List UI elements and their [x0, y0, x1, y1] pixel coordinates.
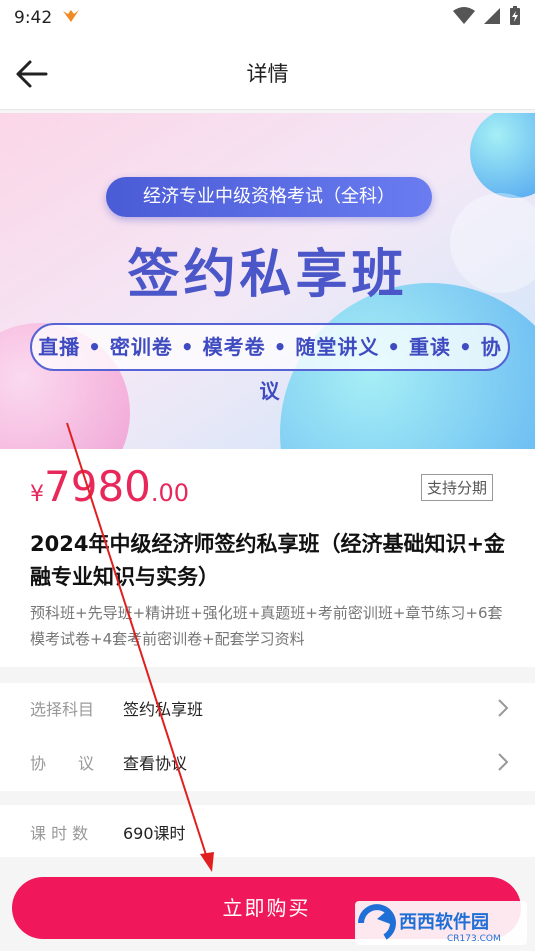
- installment-badge: 支持分期: [421, 474, 494, 501]
- price-decimal: .00: [150, 479, 190, 507]
- status-time: 9:42: [14, 8, 53, 28]
- banner-heading: 签约私享班: [127, 245, 408, 305]
- watermark-logo: 西西软件园 CR173.COM: [355, 901, 527, 945]
- price-integer: 7980: [44, 462, 151, 511]
- course-title: 2024年中级经济师签约私享班（经济基础知识+金融专业知识与实务）: [30, 532, 506, 589]
- banner-exam-pill: 经济专业中级资格考试（全科）: [106, 177, 432, 217]
- battery-icon: [509, 5, 521, 31]
- signal-icon: [483, 7, 501, 30]
- course-hours-row: 课 时 数 690课时: [0, 805, 535, 857]
- status-bar: 9:42: [0, 0, 535, 36]
- price: ¥7980.00: [30, 462, 189, 511]
- wifi-icon: [453, 6, 475, 30]
- svg-text:西西软件园: 西西软件园: [399, 911, 489, 933]
- banner-features: 直播 • 密训卷 • 模考卷 • 随堂讲义 • 重读 • 协议: [30, 323, 510, 403]
- option-value: 查看协议: [123, 754, 188, 773]
- option-row-agreement[interactable]: 协 议 查看协议: [0, 737, 535, 787]
- options-card: 选择科目 签约私享班 协 议 查看协议: [0, 683, 535, 791]
- chevron-right-icon: [498, 699, 509, 717]
- option-value: 签约私享班: [123, 700, 204, 719]
- app-notification-icon: [62, 8, 80, 29]
- page-title: 详情: [246, 62, 289, 86]
- option-label: 协 议: [30, 754, 95, 773]
- currency-symbol: ¥: [30, 482, 44, 507]
- hours-value: 690课时: [123, 824, 186, 843]
- option-label: 选择科目: [30, 700, 95, 719]
- course-description: 预科班+先导班+精讲班+强化班+真题班+考前密训班+章节练习+6套模考试卷+4套…: [30, 604, 503, 648]
- chevron-right-icon: [498, 753, 509, 771]
- svg-text:CR173.COM: CR173.COM: [447, 934, 501, 944]
- site-watermark: 西西软件园 CR173.COM: [355, 901, 527, 945]
- option-row-subject[interactable]: 选择科目 签约私享班: [0, 683, 535, 733]
- hours-label: 课 时 数: [30, 824, 89, 843]
- nav-bar: 详情: [0, 36, 535, 110]
